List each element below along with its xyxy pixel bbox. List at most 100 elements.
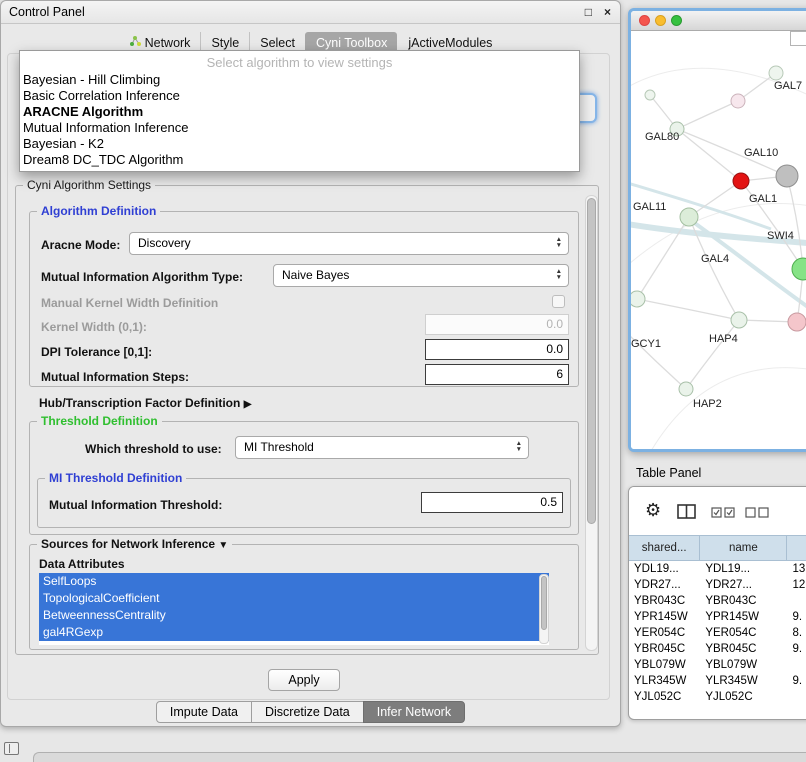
cell[interactable]	[787, 657, 806, 673]
cell[interactable]: YER054C	[629, 625, 700, 641]
sources-collapse-toggle[interactable]: Sources for Network Inference ▼	[37, 537, 232, 551]
mi-threshold-field[interactable]: 0.5	[421, 492, 563, 513]
hub-definition-toggle[interactable]: Hub/Transcription Factor Definition ▶	[39, 396, 251, 410]
close-window-icon[interactable]: ×	[604, 4, 611, 20]
dpi-tolerance-field[interactable]: 0.0	[425, 339, 569, 360]
settings-scrollbar-thumb[interactable]	[587, 198, 596, 524]
cell[interactable]: YPR145W	[700, 609, 787, 625]
network-node[interactable]	[679, 382, 693, 396]
network-node-red[interactable]	[733, 173, 749, 189]
table-row[interactable]: YLR345W YLR345W 9.	[629, 673, 806, 689]
cell[interactable]: 8.	[787, 625, 806, 641]
dropdown-item[interactable]: Bayesian - Hill Climbing	[20, 72, 579, 88]
cell[interactable]: YLR345W	[700, 673, 787, 689]
dropdown-item-selected[interactable]: ARACNE Algorithm	[20, 104, 579, 120]
close-button[interactable]	[639, 15, 650, 26]
table-row[interactable]: YJL052C YJL052C	[629, 689, 806, 705]
cell[interactable]: YBR045C	[700, 641, 787, 657]
network-node[interactable]	[731, 94, 745, 108]
cell[interactable]: YER054C	[700, 625, 787, 641]
threshold-definition-title: Threshold Definition	[37, 414, 162, 428]
network-node-gray[interactable]	[776, 165, 798, 187]
cell[interactable]: YPR145W	[629, 609, 700, 625]
network-node-pink[interactable]	[788, 313, 806, 331]
cell[interactable]: YLR345W	[629, 673, 700, 689]
manual-kernel-checkbox[interactable]	[552, 295, 565, 308]
cell[interactable]: YBL079W	[629, 657, 700, 673]
cell[interactable]: YBR043C	[629, 593, 700, 609]
dropdown-item[interactable]: Dream8 DC_TDC Algorithm	[20, 152, 579, 168]
algorithm-definition-title: Algorithm Definition	[37, 204, 160, 218]
zoom-button[interactable]	[671, 15, 682, 26]
list-item[interactable]: BetweennessCentrality	[39, 607, 549, 624]
dropdown-item[interactable]: Mutual Information Inference	[20, 120, 579, 136]
node-label: GCY1	[631, 338, 661, 350]
mi-type-select[interactable]: Naive Bayes ▲▼	[273, 264, 569, 287]
aracne-mode-select[interactable]: Discovery ▲▼	[129, 232, 569, 255]
dropdown-item[interactable]: Bayesian - K2	[20, 136, 579, 152]
network-node[interactable]	[631, 291, 645, 307]
network-node[interactable]	[680, 208, 698, 226]
settings-scrollbar[interactable]	[585, 195, 598, 651]
canvas-scrollbar-button[interactable]	[790, 31, 806, 46]
minimize-button[interactable]	[655, 15, 666, 26]
restore-panel-icon[interactable]	[4, 742, 19, 755]
network-node[interactable]	[645, 90, 655, 100]
network-node[interactable]	[731, 312, 747, 328]
float-window-button[interactable]: □	[585, 4, 592, 20]
cell[interactable]: YDL19...	[700, 561, 787, 577]
cell[interactable]: YDR27...	[629, 577, 700, 593]
network-tab-icon	[129, 35, 141, 50]
cell[interactable]: 9.	[787, 641, 806, 657]
select-all-checkboxes-icon[interactable]	[711, 507, 737, 518]
column-header-shared[interactable]: shared...	[629, 535, 700, 561]
cell[interactable]: YJL052C	[700, 689, 787, 705]
list-item[interactable]: TopologicalCoefficient	[39, 590, 549, 607]
clear-all-checkboxes-icon[interactable]	[745, 507, 771, 518]
mi-steps-field[interactable]: 6	[425, 364, 569, 385]
network-node-green[interactable]	[792, 258, 806, 280]
network-canvas[interactable]: GAL80 GAL10 GAL11 GAL1 SWI4 GAL4 GCY1 HA…	[631, 31, 806, 449]
cell[interactable]: 9.	[787, 673, 806, 689]
dropdown-item[interactable]: Basic Correlation Inference	[20, 88, 579, 104]
control-panel-window: Control Panel □ × Network Style Select C…	[0, 0, 621, 727]
which-threshold-label: Which threshold to use:	[85, 442, 222, 456]
column-header-partial[interactable]	[787, 535, 806, 561]
manual-kernel-label: Manual Kernel Width Definition	[41, 296, 218, 310]
cell[interactable]: YDR27...	[700, 577, 787, 593]
tab-infer-network[interactable]: Infer Network	[363, 701, 465, 723]
chevron-down-icon: ▼	[218, 540, 228, 551]
cell[interactable]: 12	[787, 577, 806, 593]
list-item[interactable]: SelfLoops	[39, 573, 549, 590]
kernel-width-field[interactable]: 0.0	[425, 314, 569, 335]
column-header-name[interactable]: name	[700, 535, 787, 561]
cell[interactable]: 9.	[787, 609, 806, 625]
list-item[interactable]: gal4RGexp	[39, 624, 549, 641]
table-row[interactable]: YER054C YER054C 8.	[629, 625, 806, 641]
node-label: GAL4	[701, 253, 729, 265]
cell[interactable]: YDL19...	[629, 561, 700, 577]
cell[interactable]: YBL079W	[700, 657, 787, 673]
table-toolbar: ⚙	[629, 487, 806, 535]
tab-impute-data[interactable]: Impute Data	[156, 701, 252, 723]
network-node[interactable]	[769, 66, 783, 80]
cell[interactable]: 13	[787, 561, 806, 577]
table-row[interactable]: YDR27... YDR27... 12	[629, 577, 806, 593]
cell[interactable]	[787, 593, 806, 609]
cell[interactable]	[787, 689, 806, 705]
table-row[interactable]: YPR145W YPR145W 9.	[629, 609, 806, 625]
table-row[interactable]: YBR043C YBR043C	[629, 593, 806, 609]
cell[interactable]: YBR045C	[629, 641, 700, 657]
attributes-list-scrollbar[interactable]	[539, 574, 549, 644]
cell[interactable]: YBR043C	[700, 593, 787, 609]
gear-icon[interactable]: ⚙	[645, 500, 661, 521]
which-threshold-select[interactable]: MI Threshold ▲▼	[235, 436, 529, 459]
show-columns-icon[interactable]	[677, 504, 697, 520]
apply-button[interactable]: Apply	[268, 669, 340, 691]
table-row[interactable]: YBL079W YBL079W	[629, 657, 806, 673]
table-row[interactable]: YBR045C YBR045C 9.	[629, 641, 806, 657]
table-row[interactable]: YDL19... YDL19... 13	[629, 561, 806, 577]
attributes-scrollbar-thumb[interactable]	[541, 576, 547, 630]
tab-discretize-data[interactable]: Discretize Data	[251, 701, 364, 723]
cell[interactable]: YJL052C	[629, 689, 700, 705]
